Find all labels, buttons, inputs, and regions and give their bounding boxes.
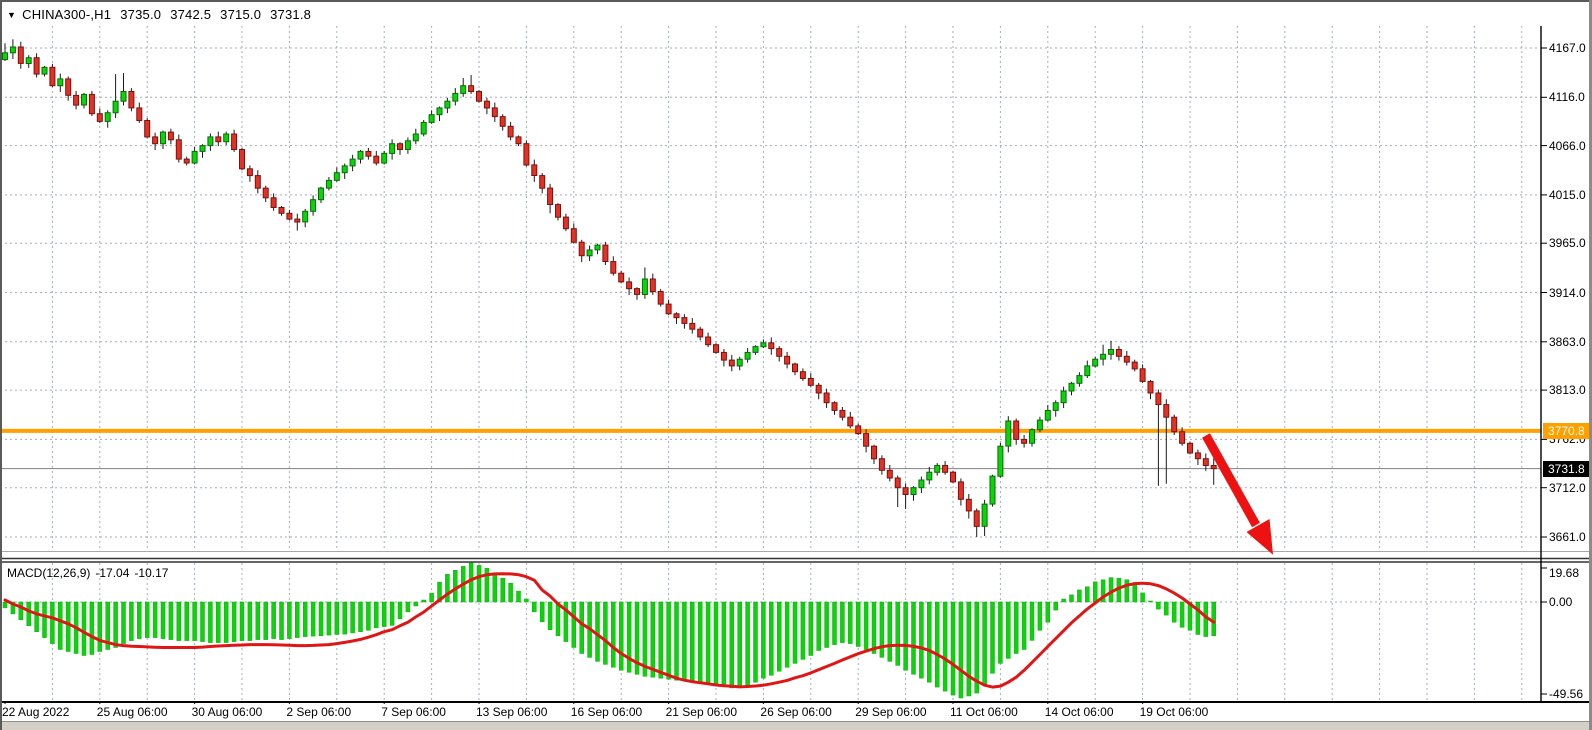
- price-axis-label: 4015.0: [1549, 188, 1586, 202]
- time-axis-label: 11 Oct 06:00: [950, 705, 1018, 719]
- time-axis-label: 2 Sep 06:00: [286, 705, 351, 719]
- time-axis-label: 19 Oct 06:00: [1140, 705, 1209, 719]
- window-bottom-strip: [0, 721, 1592, 730]
- price-axis-label: 4167.0: [1549, 41, 1586, 55]
- ohlc-open: 3735.0: [120, 7, 161, 22]
- macd-axis-label: 19.68: [1549, 566, 1579, 580]
- time-axis-label: 13 Sep 06:00: [476, 705, 547, 719]
- macd-name: MACD(12,26,9): [7, 566, 90, 580]
- bid-price-badge: 3731.8: [1543, 461, 1592, 477]
- price-axis-label: 3712.0: [1549, 481, 1586, 495]
- time-axis-label: 16 Sep 06:00: [571, 705, 642, 719]
- chart-title: ▼ CHINA300-,H1 3735.0 3742.5 3715.0 3731.8: [7, 7, 311, 22]
- macd-axis-label: 0.00: [1549, 595, 1572, 609]
- ohlc-close: 3731.8: [270, 7, 311, 22]
- ohlc-high: 3742.5: [170, 7, 211, 22]
- price-axis-label: 3661.0: [1549, 530, 1586, 544]
- time-axis-label: 21 Sep 06:00: [666, 705, 737, 719]
- ohlc-low: 3715.0: [220, 7, 261, 22]
- time-axis-label: 14 Oct 06:00: [1045, 705, 1114, 719]
- price-axis-label: 3965.0: [1549, 236, 1586, 250]
- time-axis-label: 29 Sep 06:00: [855, 705, 926, 719]
- price-axis-label: 3813.0: [1549, 383, 1586, 397]
- price-axis-label: 3863.0: [1549, 335, 1586, 349]
- price-axis-label: 4066.0: [1549, 139, 1586, 153]
- time-axis-label: 26 Sep 06:00: [760, 705, 831, 719]
- macd-indicator-label: MACD(12,26,9) -17.04 -10.17: [7, 566, 173, 580]
- chevron-down-icon[interactable]: ▼: [7, 10, 16, 20]
- time-axis-label: 30 Aug 06:00: [192, 705, 263, 719]
- chart-window: ▼ CHINA300-,H1 3735.0 3742.5 3715.0 3731.8 MA…: [0, 0, 1592, 730]
- window-border-top: [0, 0, 1592, 2]
- time-axis-label: 7 Sep 06:00: [381, 705, 446, 719]
- time-axis-label: 22 Aug 2022: [2, 705, 69, 719]
- chart-plot-area[interactable]: [0, 0, 1592, 704]
- price-axis-label: 3914.0: [1549, 286, 1586, 300]
- macd-main-value: -17.04: [95, 566, 129, 580]
- macd-axis-label: -49.56: [1549, 687, 1583, 701]
- time-axis-label: 25 Aug 06:00: [97, 705, 168, 719]
- macd-signal-value: -10.17: [134, 566, 168, 580]
- symbol-period-label: CHINA300-,H1: [22, 7, 111, 22]
- window-border-left: [0, 0, 2, 730]
- price-axis-label: 4116.0: [1549, 90, 1585, 104]
- orange-level-price-badge: 3770.8: [1543, 423, 1592, 439]
